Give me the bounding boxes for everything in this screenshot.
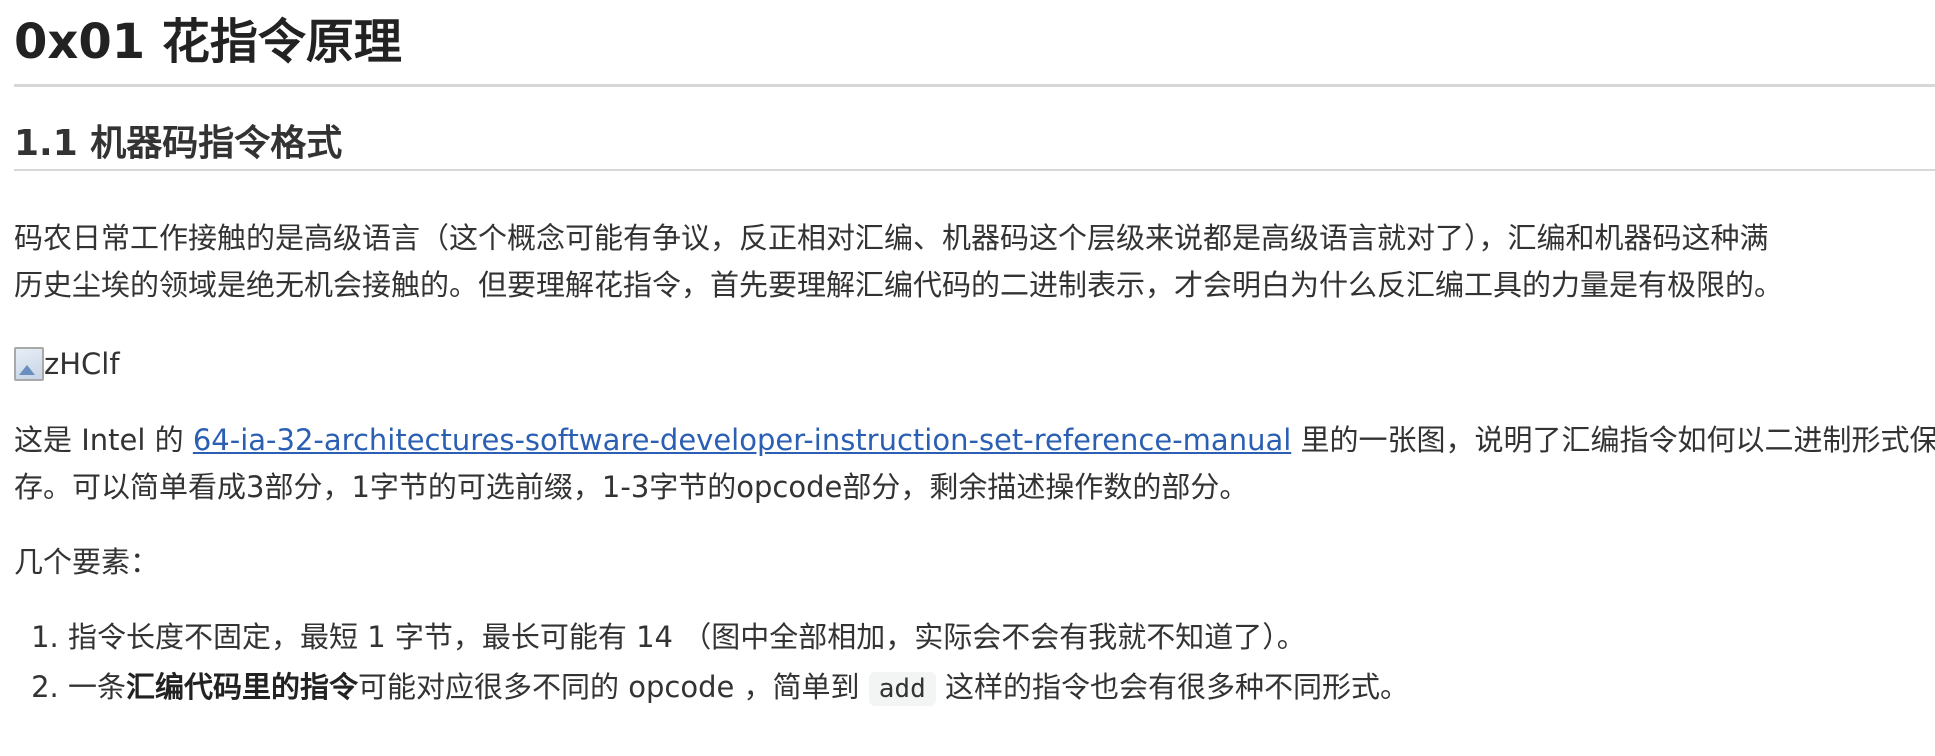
list-item-2-mid: 可能对应很多不同的 opcode ，简单到	[358, 670, 869, 704]
elements-list: 指令长度不固定，最短 1 字节，最长可能有 14 （图中全部相加，实际会不会有我…	[14, 612, 1935, 714]
manual-suffix: 里的一张图，说明了汇编指令如何以二进制形式保	[1291, 423, 1935, 457]
elements-intro: 几个要素：	[14, 545, 160, 579]
intro-paragraph: 码农日常工作接触的是高级语言（这个概念可能有争议，反正相对汇编、机器码这个层级来…	[14, 215, 1935, 309]
intro-line-1: 码农日常工作接触的是高级语言（这个概念可能有争议，反正相对汇编、机器码这个层级来…	[14, 221, 1769, 255]
manual-link[interactable]: 64-ia-32-architectures-software-develope…	[193, 423, 1291, 457]
manual-paragraph: 这是 Intel 的 64-ia-32-architectures-softwa…	[14, 417, 1935, 511]
section-heading: 1.1 机器码指令格式	[14, 87, 1935, 171]
list-item-2-pre: 一条	[68, 670, 127, 704]
image-alt-text: zHClf	[44, 347, 120, 381]
article-body: 0x01 花指令原理 1.1 机器码指令格式 码农日常工作接触的是高级语言（这个…	[0, 0, 1935, 714]
list-item: 指令长度不固定，最短 1 字节，最长可能有 14 （图中全部相加，实际会不会有我…	[68, 612, 1935, 662]
list-item-2-bold: 汇编代码里的指令	[126, 670, 359, 704]
broken-image-icon	[14, 347, 44, 381]
list-item-2-post: 这样的指令也会有很多种不同形式。	[935, 670, 1409, 704]
manual-prefix: 这是 Intel 的	[14, 423, 193, 457]
list-item-1-text: 指令长度不固定，最短 1 字节，最长可能有 14 （图中全部相加，实际会不会有我…	[68, 620, 1306, 654]
broken-image: zHClf	[14, 339, 1935, 389]
inline-code-add: add	[868, 672, 936, 706]
intro-line-2: 历史尘埃的领域是绝无机会接触的。但要理解花指令，首先要理解汇编代码的二进制表示，…	[14, 268, 1784, 302]
manual-line-2: 存。可以简单看成3部分，1字节的可选前缀，1-3字节的opcode部分，剩余描述…	[14, 470, 1249, 504]
page-title: 0x01 花指令原理	[14, 0, 1935, 87]
list-item: 一条汇编代码里的指令可能对应很多不同的 opcode ，简单到 add 这样的指…	[68, 662, 1935, 714]
